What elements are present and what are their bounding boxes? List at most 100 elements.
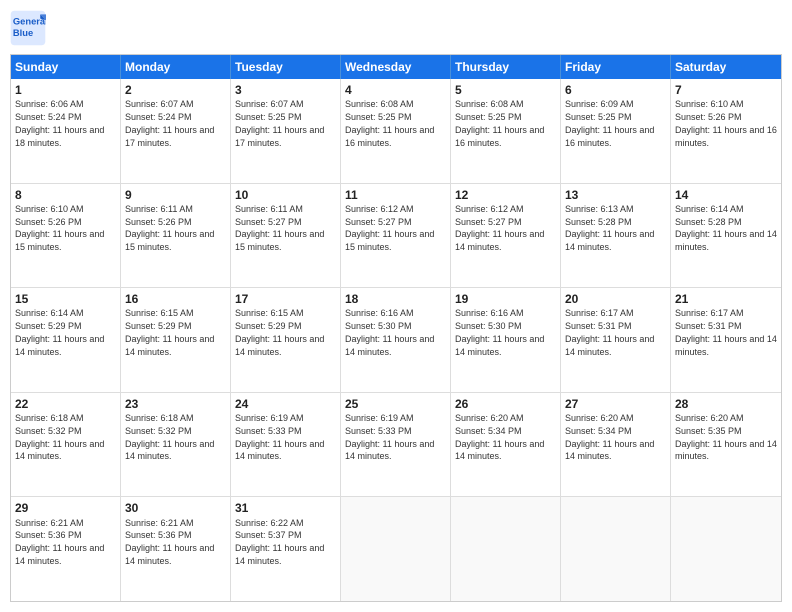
day-number: 4 bbox=[345, 82, 446, 98]
cell-info: Sunrise: 6:11 AMSunset: 5:27 PMDaylight:… bbox=[235, 204, 324, 252]
calendar-cell: 26 Sunrise: 6:20 AMSunset: 5:34 PMDaylig… bbox=[451, 393, 561, 497]
day-number: 31 bbox=[235, 500, 336, 516]
day-number: 3 bbox=[235, 82, 336, 98]
calendar-cell: 25 Sunrise: 6:19 AMSunset: 5:33 PMDaylig… bbox=[341, 393, 451, 497]
cell-info: Sunrise: 6:19 AMSunset: 5:33 PMDaylight:… bbox=[345, 413, 434, 461]
calendar-cell: 23 Sunrise: 6:18 AMSunset: 5:32 PMDaylig… bbox=[121, 393, 231, 497]
cell-info: Sunrise: 6:11 AMSunset: 5:26 PMDaylight:… bbox=[125, 204, 214, 252]
day-number: 12 bbox=[455, 187, 556, 203]
calendar-cell: 7 Sunrise: 6:10 AMSunset: 5:26 PMDayligh… bbox=[671, 79, 781, 183]
calendar-cell bbox=[451, 497, 561, 601]
header-day-friday: Friday bbox=[561, 55, 671, 79]
day-number: 5 bbox=[455, 82, 556, 98]
calendar-cell: 2 Sunrise: 6:07 AMSunset: 5:24 PMDayligh… bbox=[121, 79, 231, 183]
day-number: 29 bbox=[15, 500, 116, 516]
cell-info: Sunrise: 6:12 AMSunset: 5:27 PMDaylight:… bbox=[455, 204, 544, 252]
calendar-cell: 17 Sunrise: 6:15 AMSunset: 5:29 PMDaylig… bbox=[231, 288, 341, 392]
day-number: 6 bbox=[565, 82, 666, 98]
cell-info: Sunrise: 6:20 AMSunset: 5:34 PMDaylight:… bbox=[455, 413, 544, 461]
calendar-cell: 19 Sunrise: 6:16 AMSunset: 5:30 PMDaylig… bbox=[451, 288, 561, 392]
day-number: 14 bbox=[675, 187, 777, 203]
calendar-cell: 18 Sunrise: 6:16 AMSunset: 5:30 PMDaylig… bbox=[341, 288, 451, 392]
day-number: 24 bbox=[235, 396, 336, 412]
day-number: 27 bbox=[565, 396, 666, 412]
day-number: 20 bbox=[565, 291, 666, 307]
logo: General Blue bbox=[10, 10, 46, 46]
cell-info: Sunrise: 6:07 AMSunset: 5:25 PMDaylight:… bbox=[235, 99, 324, 147]
calendar-row-1: 1 Sunrise: 6:06 AMSunset: 5:24 PMDayligh… bbox=[11, 79, 781, 183]
cell-info: Sunrise: 6:16 AMSunset: 5:30 PMDaylight:… bbox=[455, 308, 544, 356]
cell-info: Sunrise: 6:10 AMSunset: 5:26 PMDaylight:… bbox=[15, 204, 104, 252]
header-day-thursday: Thursday bbox=[451, 55, 561, 79]
day-number: 13 bbox=[565, 187, 666, 203]
calendar-cell: 30 Sunrise: 6:21 AMSunset: 5:36 PMDaylig… bbox=[121, 497, 231, 601]
day-number: 8 bbox=[15, 187, 116, 203]
header-day-sunday: Sunday bbox=[11, 55, 121, 79]
calendar-cell bbox=[561, 497, 671, 601]
calendar-cell: 5 Sunrise: 6:08 AMSunset: 5:25 PMDayligh… bbox=[451, 79, 561, 183]
day-number: 7 bbox=[675, 82, 777, 98]
calendar-cell: 14 Sunrise: 6:14 AMSunset: 5:28 PMDaylig… bbox=[671, 184, 781, 288]
svg-text:Blue: Blue bbox=[13, 28, 33, 38]
calendar-cell: 28 Sunrise: 6:20 AMSunset: 5:35 PMDaylig… bbox=[671, 393, 781, 497]
cell-info: Sunrise: 6:14 AMSunset: 5:29 PMDaylight:… bbox=[15, 308, 104, 356]
calendar-cell: 16 Sunrise: 6:15 AMSunset: 5:29 PMDaylig… bbox=[121, 288, 231, 392]
day-number: 28 bbox=[675, 396, 777, 412]
cell-info: Sunrise: 6:08 AMSunset: 5:25 PMDaylight:… bbox=[345, 99, 434, 147]
day-number: 25 bbox=[345, 396, 446, 412]
calendar-cell: 8 Sunrise: 6:10 AMSunset: 5:26 PMDayligh… bbox=[11, 184, 121, 288]
cell-info: Sunrise: 6:15 AMSunset: 5:29 PMDaylight:… bbox=[125, 308, 214, 356]
calendar: SundayMondayTuesdayWednesdayThursdayFrid… bbox=[10, 54, 782, 602]
cell-info: Sunrise: 6:20 AMSunset: 5:35 PMDaylight:… bbox=[675, 413, 777, 461]
calendar-cell: 12 Sunrise: 6:12 AMSunset: 5:27 PMDaylig… bbox=[451, 184, 561, 288]
calendar-cell: 24 Sunrise: 6:19 AMSunset: 5:33 PMDaylig… bbox=[231, 393, 341, 497]
calendar-cell: 21 Sunrise: 6:17 AMSunset: 5:31 PMDaylig… bbox=[671, 288, 781, 392]
cell-info: Sunrise: 6:17 AMSunset: 5:31 PMDaylight:… bbox=[675, 308, 777, 356]
calendar-cell: 20 Sunrise: 6:17 AMSunset: 5:31 PMDaylig… bbox=[561, 288, 671, 392]
cell-info: Sunrise: 6:08 AMSunset: 5:25 PMDaylight:… bbox=[455, 99, 544, 147]
calendar-cell: 10 Sunrise: 6:11 AMSunset: 5:27 PMDaylig… bbox=[231, 184, 341, 288]
day-number: 26 bbox=[455, 396, 556, 412]
cell-info: Sunrise: 6:14 AMSunset: 5:28 PMDaylight:… bbox=[675, 204, 777, 252]
cell-info: Sunrise: 6:13 AMSunset: 5:28 PMDaylight:… bbox=[565, 204, 654, 252]
cell-info: Sunrise: 6:19 AMSunset: 5:33 PMDaylight:… bbox=[235, 413, 324, 461]
calendar-cell: 3 Sunrise: 6:07 AMSunset: 5:25 PMDayligh… bbox=[231, 79, 341, 183]
page: General Blue SundayMondayTuesdayWednesda… bbox=[0, 0, 792, 612]
calendar-cell: 29 Sunrise: 6:21 AMSunset: 5:36 PMDaylig… bbox=[11, 497, 121, 601]
calendar-body: 1 Sunrise: 6:06 AMSunset: 5:24 PMDayligh… bbox=[11, 79, 781, 601]
calendar-cell: 6 Sunrise: 6:09 AMSunset: 5:25 PMDayligh… bbox=[561, 79, 671, 183]
calendar-cell: 11 Sunrise: 6:12 AMSunset: 5:27 PMDaylig… bbox=[341, 184, 451, 288]
day-number: 23 bbox=[125, 396, 226, 412]
cell-info: Sunrise: 6:17 AMSunset: 5:31 PMDaylight:… bbox=[565, 308, 654, 356]
header: General Blue bbox=[10, 10, 782, 46]
day-number: 15 bbox=[15, 291, 116, 307]
cell-info: Sunrise: 6:10 AMSunset: 5:26 PMDaylight:… bbox=[675, 99, 777, 147]
day-number: 18 bbox=[345, 291, 446, 307]
calendar-row-2: 8 Sunrise: 6:10 AMSunset: 5:26 PMDayligh… bbox=[11, 183, 781, 288]
calendar-cell: 13 Sunrise: 6:13 AMSunset: 5:28 PMDaylig… bbox=[561, 184, 671, 288]
day-number: 16 bbox=[125, 291, 226, 307]
cell-info: Sunrise: 6:07 AMSunset: 5:24 PMDaylight:… bbox=[125, 99, 214, 147]
calendar-row-5: 29 Sunrise: 6:21 AMSunset: 5:36 PMDaylig… bbox=[11, 496, 781, 601]
day-number: 10 bbox=[235, 187, 336, 203]
header-day-wednesday: Wednesday bbox=[341, 55, 451, 79]
calendar-cell: 31 Sunrise: 6:22 AMSunset: 5:37 PMDaylig… bbox=[231, 497, 341, 601]
cell-info: Sunrise: 6:06 AMSunset: 5:24 PMDaylight:… bbox=[15, 99, 104, 147]
header-day-tuesday: Tuesday bbox=[231, 55, 341, 79]
calendar-cell: 15 Sunrise: 6:14 AMSunset: 5:29 PMDaylig… bbox=[11, 288, 121, 392]
calendar-row-3: 15 Sunrise: 6:14 AMSunset: 5:29 PMDaylig… bbox=[11, 287, 781, 392]
day-number: 9 bbox=[125, 187, 226, 203]
calendar-cell bbox=[671, 497, 781, 601]
cell-info: Sunrise: 6:18 AMSunset: 5:32 PMDaylight:… bbox=[125, 413, 214, 461]
header-day-saturday: Saturday bbox=[671, 55, 781, 79]
day-number: 2 bbox=[125, 82, 226, 98]
cell-info: Sunrise: 6:15 AMSunset: 5:29 PMDaylight:… bbox=[235, 308, 324, 356]
calendar-cell bbox=[341, 497, 451, 601]
day-number: 30 bbox=[125, 500, 226, 516]
cell-info: Sunrise: 6:21 AMSunset: 5:36 PMDaylight:… bbox=[125, 518, 214, 566]
calendar-cell: 4 Sunrise: 6:08 AMSunset: 5:25 PMDayligh… bbox=[341, 79, 451, 183]
day-number: 19 bbox=[455, 291, 556, 307]
day-number: 11 bbox=[345, 187, 446, 203]
day-number: 17 bbox=[235, 291, 336, 307]
cell-info: Sunrise: 6:20 AMSunset: 5:34 PMDaylight:… bbox=[565, 413, 654, 461]
